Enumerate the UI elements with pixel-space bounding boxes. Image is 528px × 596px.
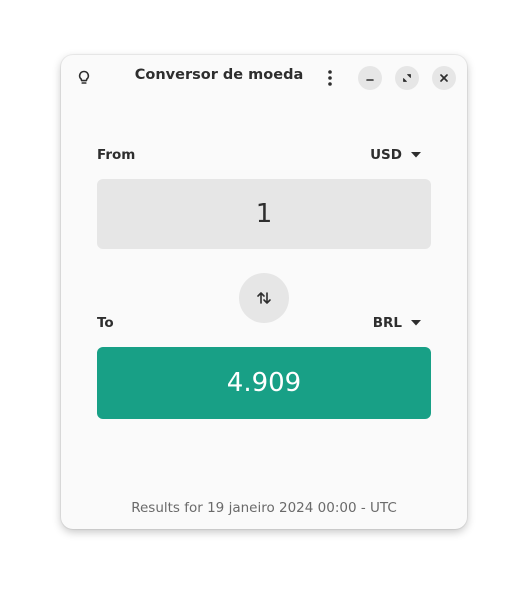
vertical-dots-icon[interactable] xyxy=(318,65,342,91)
to-currency-dropdown[interactable]: BRL xyxy=(373,315,421,331)
app-window: Conversor de moeda From USD 1 To BRL 4.9… xyxy=(61,55,467,529)
to-amount-output[interactable]: 4.909 xyxy=(97,347,431,419)
results-timestamp: Results for 19 janeiro 2024 00:00 - UTC xyxy=(131,500,397,516)
from-label: From xyxy=(97,147,136,163)
swap-button[interactable] xyxy=(239,273,289,323)
close-icon xyxy=(440,74,448,82)
minimize-button[interactable] xyxy=(358,66,382,90)
header-bar: Conversor de moeda xyxy=(61,55,467,101)
to-currency-value: BRL xyxy=(372,315,402,331)
window-title: Conversor de moeda xyxy=(134,67,304,83)
minimize-icon xyxy=(366,79,374,81)
from-currency-value: USD xyxy=(370,147,402,163)
caret-down-icon xyxy=(411,320,421,326)
to-label: To xyxy=(97,315,114,331)
maximize-button[interactable] xyxy=(395,66,419,90)
lightbulb-icon[interactable] xyxy=(72,66,96,90)
swap-arrows-icon xyxy=(257,292,271,304)
caret-down-icon xyxy=(411,152,421,158)
maximize-icon xyxy=(403,74,411,82)
from-currency-dropdown[interactable]: USD xyxy=(370,147,421,163)
from-amount-input[interactable]: 1 xyxy=(97,179,431,249)
close-button[interactable] xyxy=(432,66,456,90)
